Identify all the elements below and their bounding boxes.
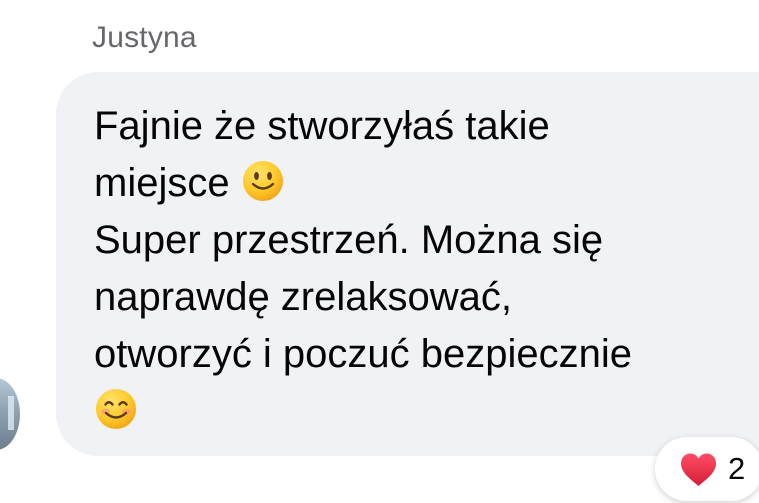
smiling-face-with-smiling-eyes-icon	[94, 387, 138, 431]
heart-icon	[681, 453, 716, 486]
comment-text: Fajnie że stworzyłaś takie miejsce Super …	[94, 98, 744, 440]
comment-author-name[interactable]: Justyna	[92, 18, 197, 58]
comment-text-line-5: otworzyć i poczuć bezpiecznie	[94, 332, 633, 376]
reaction-count: 2	[728, 451, 746, 486]
comment-text-line-3: Super przestrzeń. Można się	[94, 218, 604, 262]
avatar[interactable]	[0, 378, 20, 450]
reaction-summary-button[interactable]: 2	[655, 437, 759, 501]
comment-screen: Justyna Fajnie że stworzyłaś takie miejsc…	[0, 0, 759, 503]
comment-text-line-1: Fajnie że stworzyłaś takie	[94, 104, 550, 148]
slightly-smiling-face-icon	[241, 159, 285, 203]
comment-text-line-2: miejsce	[94, 161, 230, 205]
comment-text-line-4: naprawdę zrelaksować,	[94, 275, 512, 319]
